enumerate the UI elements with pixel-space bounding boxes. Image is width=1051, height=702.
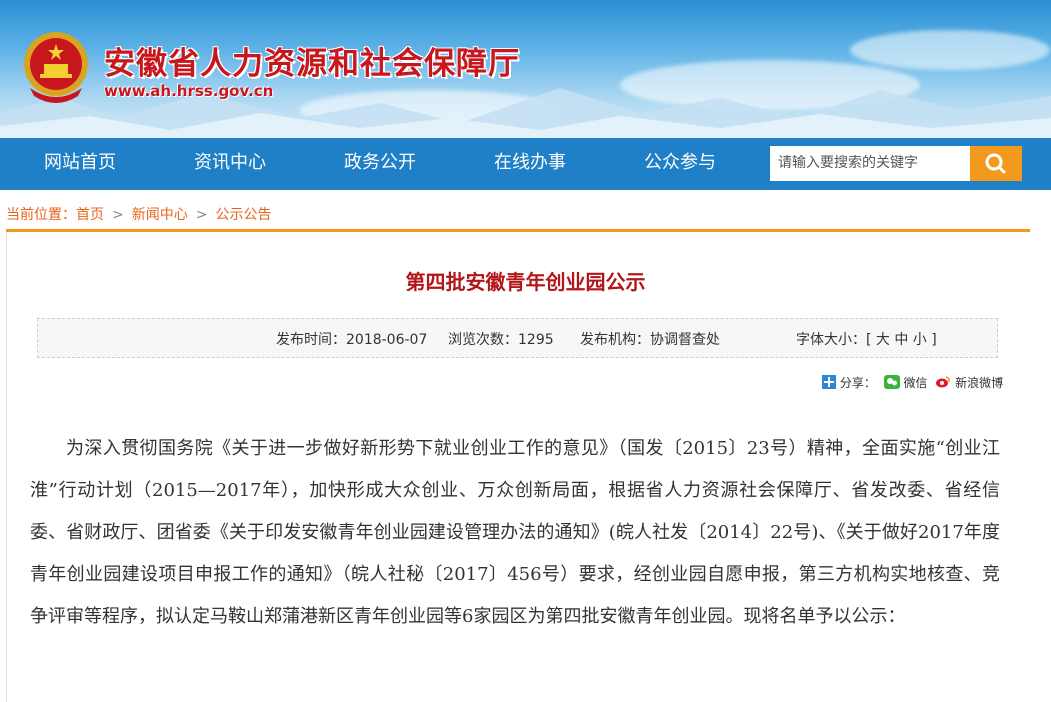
- site-header: 安徽省人力资源和社会保障厅 www.ah.hrss.gov.cn: [0, 0, 1051, 138]
- nav-item-online-service[interactable]: 在线办事: [494, 138, 566, 190]
- article-body: 为深入贯彻国务院《关于进一步做好新形势下就业创业工作的意见》（国发〔2015〕2…: [30, 438, 1000, 627]
- breadcrumb-prefix: 当前位置：: [6, 207, 76, 223]
- breadcrumb-home[interactable]: 首页: [76, 207, 104, 223]
- view-count: 浏览次数：1295: [448, 332, 554, 348]
- breadcrumb-news[interactable]: 新闻中心: [132, 207, 188, 223]
- search-input[interactable]: 请输入要搜索的关键字: [770, 146, 970, 181]
- share-weibo[interactable]: 新浪微博: [955, 376, 1003, 390]
- nav-item-news[interactable]: 资讯中心: [194, 138, 266, 190]
- nav-item-participation[interactable]: 公众参与: [644, 138, 716, 190]
- publish-time: 发布时间：2018-06-07: [276, 332, 428, 348]
- share-label: 分享：: [839, 376, 876, 390]
- site-title: 安徽省人力资源和社会保障厅: [104, 46, 520, 82]
- national-emblem-icon: [24, 32, 88, 103]
- nav-item-affairs[interactable]: 政务公开: [344, 138, 416, 190]
- breadcrumb-separator: >: [112, 207, 124, 223]
- share-wechat[interactable]: 微信: [904, 376, 928, 390]
- nav-item-home[interactable]: 网站首页: [44, 138, 116, 190]
- breadcrumb-separator: >: [195, 207, 208, 223]
- share-plus-icon[interactable]: [822, 375, 836, 389]
- cloud-decoration: [850, 30, 1050, 70]
- wechat-icon[interactable]: [883, 375, 900, 389]
- breadcrumb: 当前位置：首页 > 新闻中心 > 公示公告: [6, 204, 271, 224]
- main-nav: 网站首页 资讯中心 政务公开 在线办事 公众参与 请输入要搜索的关键字: [0, 138, 1051, 190]
- site-url[interactable]: www.ah.hrss.gov.cn: [104, 82, 273, 100]
- weibo-icon[interactable]: [935, 375, 951, 389]
- share-bar: 分享： 微信 新浪微博: [822, 374, 1003, 391]
- breadcrumb-announcements[interactable]: 公示公告: [215, 207, 271, 223]
- font-size-control[interactable]: 字体大小：[ 大 中 小 ]: [796, 329, 937, 349]
- article-meta: 发布时间：2018-06-07 浏览次数：1295 发布机构：协调督查处 字体大…: [37, 318, 998, 358]
- article-title: 第四批安徽青年创业园公示: [405, 270, 646, 294]
- publishing-org: 发布机构：协调督查处: [580, 332, 720, 348]
- search-button[interactable]: [970, 146, 1022, 181]
- search-icon: [985, 153, 1006, 174]
